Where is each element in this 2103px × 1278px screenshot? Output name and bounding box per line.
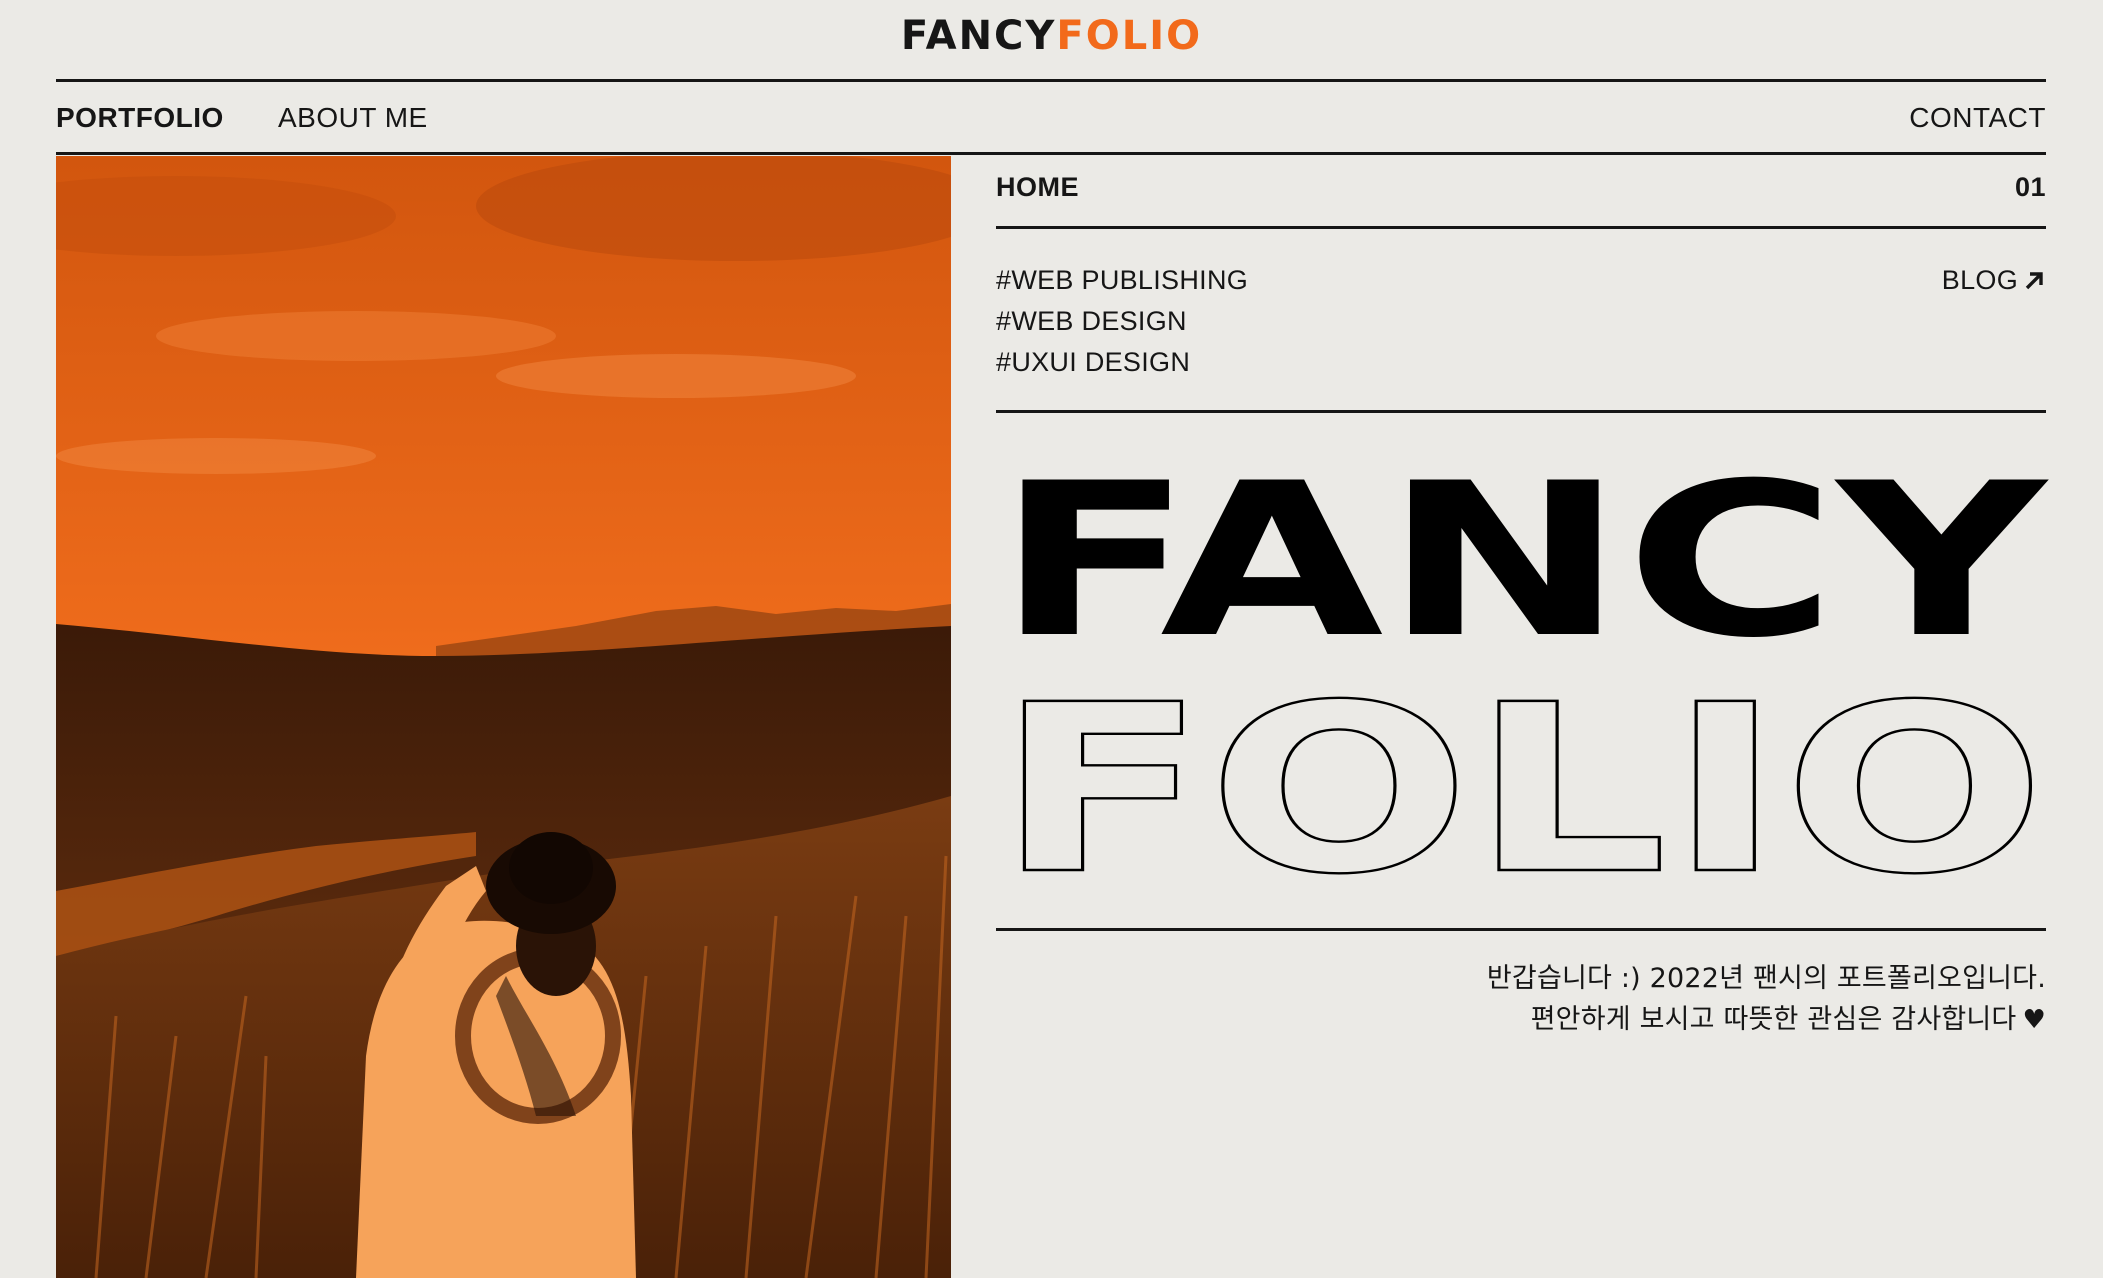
blog-link[interactable]: BLOG — [1942, 260, 2046, 301]
main-nav: PORTFOLIO ABOUT ME CONTACT — [56, 100, 2046, 140]
section-header: HOME 01 — [996, 172, 2046, 212]
greeting-line-2: 편안하게 보시고 따뜻한 관심은 감사합니다 ♥ — [996, 999, 2046, 1041]
logo-text-fancy: FANCY — [900, 13, 1057, 59]
greeting-text: 반갑습니다 :) 2022년 팬시의 포트폴리오입니다. 편안하게 보시고 따뜻… — [996, 958, 2046, 1041]
blog-label: BLOG — [1941, 265, 2018, 295]
heart-icon: ♥ — [2022, 1005, 2046, 1035]
hero-photo — [56, 156, 951, 1278]
section-label: HOME — [996, 172, 1079, 202]
section-divider — [996, 226, 2046, 229]
hero-title-folio: FOLIO — [996, 655, 2046, 925]
header-divider — [56, 79, 2046, 82]
hero-title: FANCY FOLIO — [995, 437, 2050, 926]
tag-item: #WEB PUBLISHING — [996, 265, 1249, 295]
tag-list: #WEB PUBLISHING #WEB DESIGN #UXUI DESIGN… — [996, 260, 2046, 383]
nav-about-me[interactable]: ABOUT ME — [278, 100, 428, 136]
nav-divider — [56, 152, 2046, 155]
tags-divider — [996, 410, 2046, 413]
site-logo[interactable]: FANCYFOLIO — [0, 12, 2103, 60]
logo-text-folio: FOLIO — [1056, 13, 1203, 59]
greeting-line-1: 반갑습니다 :) 2022년 팬시의 포트폴리오입니다. — [1486, 963, 2046, 994]
title-divider — [996, 928, 2046, 931]
section-number: 01 — [2014, 172, 2046, 202]
nav-contact[interactable]: CONTACT — [1909, 100, 2046, 136]
nav-portfolio[interactable]: PORTFOLIO — [56, 100, 224, 136]
hero-title-fancy: FANCY — [996, 437, 2049, 684]
greeting-line-2-text: 편안하게 보시고 따뜻한 관심은 감사합니다 — [1530, 1004, 2017, 1035]
tag-item: #UXUI DESIGN — [996, 347, 1191, 377]
arrow-up-right-icon — [2025, 271, 2043, 289]
tag-item: #WEB DESIGN — [996, 306, 1187, 336]
